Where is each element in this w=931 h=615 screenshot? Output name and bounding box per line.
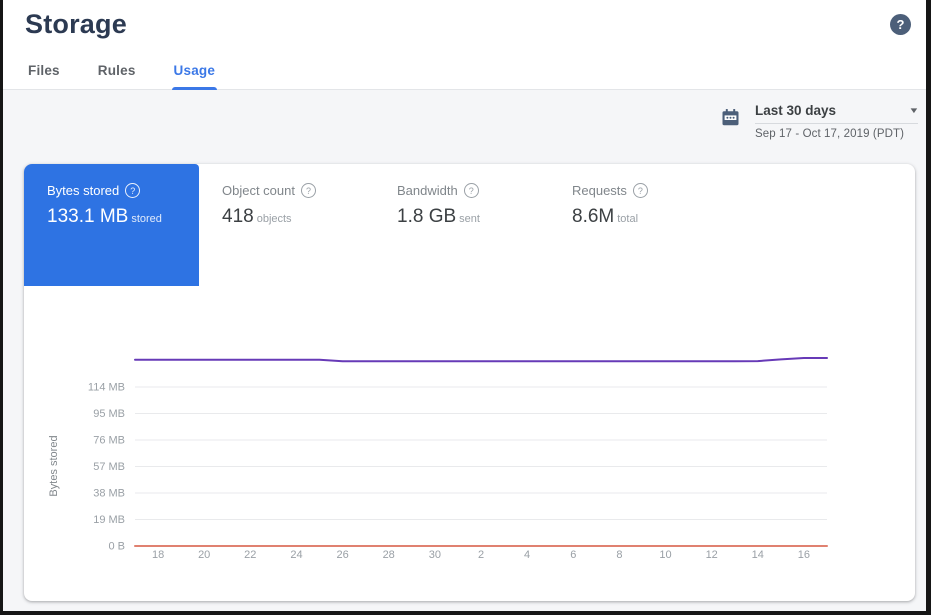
svg-text:2: 2 <box>478 549 484 561</box>
metric-unit: stored <box>131 213 162 225</box>
metric-unit: total <box>617 213 638 225</box>
help-circle-icon[interactable]: ? <box>301 183 316 198</box>
help-circle-icon[interactable]: ? <box>125 183 140 198</box>
date-range-label: Last 30 days <box>755 103 836 118</box>
date-range-text: Last 30 days ▼ Sep 17 - Oct 17, 2019 (PD… <box>755 103 918 140</box>
tab-usage[interactable]: Usage <box>172 53 218 89</box>
metric-value: 133.1 MB <box>47 206 128 227</box>
question-mark-glyph: ? <box>897 17 905 32</box>
bytes-stored-chart: 114 MB95 MB76 MB57 MB38 MB19 MB0 B182022… <box>24 286 915 601</box>
metric-label: Requests <box>572 183 627 198</box>
svg-text:28: 28 <box>383 549 395 561</box>
usage-content: Last 30 days ▼ Sep 17 - Oct 17, 2019 (PD… <box>3 90 926 611</box>
tab-rules[interactable]: Rules <box>96 53 138 89</box>
page-title: Storage <box>25 9 127 40</box>
date-range-detail: Sep 17 - Oct 17, 2019 (PDT) <box>755 128 918 140</box>
metric-value: 418 <box>222 206 254 227</box>
metric-value: 1.8 GB <box>397 206 456 227</box>
svg-text:19 MB: 19 MB <box>93 514 125 526</box>
metric-card-bytes-stored[interactable]: Bytes stored ? 133.1 MBstored <box>24 164 199 286</box>
help-icon[interactable]: ? <box>890 14 911 35</box>
metric-value: 8.6M <box>572 206 614 227</box>
metric-card-object-count[interactable]: Object count ? 418objects <box>199 164 374 286</box>
metric-unit: sent <box>459 213 480 225</box>
calendar-icon <box>721 108 740 132</box>
svg-text:16: 16 <box>798 549 810 561</box>
svg-text:38 MB: 38 MB <box>93 488 125 500</box>
svg-text:10: 10 <box>659 549 671 561</box>
svg-text:57 MB: 57 MB <box>93 461 125 473</box>
svg-text:22: 22 <box>244 549 256 561</box>
svg-text:8: 8 <box>616 549 622 561</box>
svg-text:4: 4 <box>524 549 530 561</box>
svg-text:18: 18 <box>152 549 164 561</box>
tab-bar: Files Rules Usage <box>3 53 926 90</box>
metric-label: Object count <box>222 183 295 198</box>
svg-text:Bytes stored: Bytes stored <box>48 435 60 496</box>
tab-files[interactable]: Files <box>26 53 62 89</box>
storage-page: Storage ? Files Rules Usage <box>3 0 926 611</box>
metric-card-requests[interactable]: Requests ? 8.6Mtotal <box>549 164 724 286</box>
svg-text:0 B: 0 B <box>108 541 125 553</box>
help-circle-icon[interactable]: ? <box>464 183 479 198</box>
svg-text:114 MB: 114 MB <box>88 382 125 394</box>
svg-text:12: 12 <box>706 549 718 561</box>
line-chart-canvas: 114 MB95 MB76 MB57 MB38 MB19 MB0 B182022… <box>24 286 915 601</box>
help-circle-icon[interactable]: ? <box>633 183 648 198</box>
svg-text:24: 24 <box>290 549 302 561</box>
metric-label: Bandwidth <box>397 183 458 198</box>
svg-text:6: 6 <box>570 549 576 561</box>
svg-text:76 MB: 76 MB <box>93 435 125 447</box>
svg-text:30: 30 <box>429 549 441 561</box>
page-header: Storage ? Files Rules Usage <box>3 0 926 90</box>
metric-unit: objects <box>257 213 292 225</box>
svg-text:95 MB: 95 MB <box>93 408 125 420</box>
usage-panel: Bytes stored ? 133.1 MBstored Object cou… <box>24 164 915 601</box>
metric-card-bandwidth[interactable]: Bandwidth ? 1.8 GBsent <box>374 164 549 286</box>
svg-text:20: 20 <box>198 549 210 561</box>
svg-text:26: 26 <box>336 549 348 561</box>
dropdown-caret-icon: ▼ <box>908 106 919 115</box>
date-range-selector[interactable]: Last 30 days ▼ Sep 17 - Oct 17, 2019 (PD… <box>721 103 918 140</box>
metric-cards: Bytes stored ? 133.1 MBstored Object cou… <box>24 164 915 286</box>
metric-label: Bytes stored <box>47 183 119 198</box>
svg-text:14: 14 <box>752 549 764 561</box>
